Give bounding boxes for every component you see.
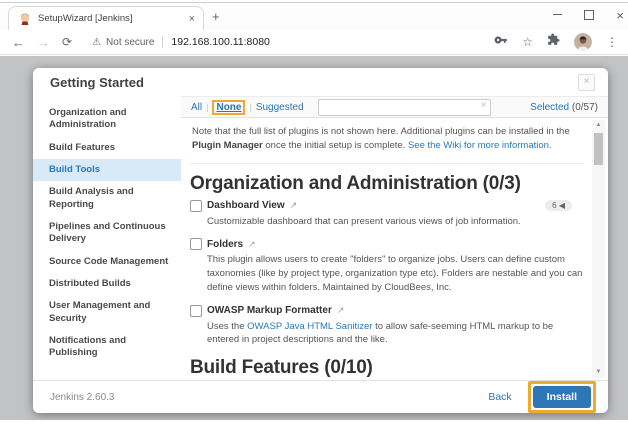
wiki-link[interactable]: See the Wiki for more information. — [408, 140, 552, 151]
plugin-panel: All | None | Suggested × Selected (0/57) — [181, 96, 608, 380]
back-icon[interactable]: ← — [12, 35, 25, 50]
dialog-close-icon[interactable]: × — [578, 74, 595, 91]
key-icon[interactable] — [494, 33, 508, 52]
section-heading-organization: Organization and Administration (0/3) — [190, 172, 521, 194]
reload-icon[interactable]: ⟳ — [62, 35, 72, 49]
scrollbar-thumb[interactable] — [594, 133, 603, 165]
plugin-checkbox[interactable] — [190, 304, 202, 317]
toolbar-icons: ☆ ⋮ — [494, 33, 618, 52]
search-field-wrap: × — [317, 98, 491, 116]
filter-all-link[interactable]: All — [191, 102, 202, 113]
browser-menu-icon[interactable]: ⋮ — [606, 35, 618, 49]
omnibox[interactable]: ⚠ Not secure 192.168.100.11:8080 — [92, 36, 494, 48]
note-text: Note that the full list of plugins is no… — [192, 126, 570, 137]
plugin-item-folders: Folders ↗ This plugin allows users to cr… — [190, 238, 584, 294]
install-annotation-box: Install — [527, 381, 596, 413]
plugin-name[interactable]: Folders — [207, 239, 243, 250]
tab-strip: SetupWizard [Jenkins] × + × — [0, 3, 628, 30]
plugin-item-owasp-markup-formatter: OWASP Markup Formatter ↗ Uses the OWASP … — [190, 304, 584, 348]
bookmark-star-icon[interactable]: ☆ — [522, 35, 533, 49]
sidebar-item-build-features[interactable]: Build Features — [33, 137, 181, 159]
plugin-item-dashboard-view: Dashboard View ↗ 6 ◀ Customizable dashbo… — [190, 199, 584, 229]
plugin-search-input[interactable] — [317, 98, 491, 116]
new-tab-button[interactable]: + — [212, 9, 220, 24]
getting-started-dialog: Getting Started × Organization and Admin… — [33, 68, 608, 413]
filter-bar: All | None | Suggested × Selected (0/57) — [181, 96, 608, 118]
owasp-sanitizer-link[interactable]: OWASP Java HTML Sanitizer — [247, 321, 372, 332]
category-sidebar: Organization and Administration Build Fe… — [33, 96, 181, 380]
filter-suggested-link[interactable]: Suggested — [256, 102, 304, 113]
external-link-icon[interactable]: ↗ — [337, 305, 345, 316]
plugin-name[interactable]: Dashboard View — [207, 200, 285, 211]
plugin-name[interactable]: OWASP Markup Formatter — [207, 305, 332, 316]
sidebar-item-notifications-and-publishing[interactable]: Notifications and Publishing — [33, 330, 181, 365]
window-maximize-button[interactable] — [584, 6, 595, 24]
scroll-up-icon[interactable]: ▲ — [592, 120, 605, 131]
filter-none-link[interactable]: None — [216, 102, 241, 113]
selected-count: (0/57) — [571, 101, 598, 113]
sidebar-item-pipelines-and-continuous-delivery[interactable]: Pipelines and Continuous Delivery — [33, 216, 181, 251]
external-link-icon[interactable]: ↗ — [248, 239, 256, 250]
sidebar-item-build-tools[interactable]: Build Tools — [33, 159, 181, 182]
sidebar-item-user-management-and-security[interactable]: User Management and Security — [33, 295, 181, 330]
window-minimize-button[interactable] — [553, 6, 563, 24]
filter-separator: | — [249, 102, 252, 112]
sidebar-item-source-code-management[interactable]: Source Code Management — [33, 251, 181, 273]
url-text[interactable]: 192.168.100.11:8080 — [171, 36, 269, 48]
bottom-strip — [0, 420, 628, 428]
back-button[interactable]: Back — [488, 391, 511, 403]
selected-count-label[interactable]: Selected (0/57) — [530, 102, 598, 113]
plugin-note: Note that the full list of plugins is no… — [190, 118, 584, 164]
window-close-button[interactable]: × — [616, 9, 624, 22]
plugin-description: This plugin allows users to create "fold… — [207, 254, 583, 293]
plugin-checkbox[interactable] — [190, 238, 202, 251]
tab-close-icon[interactable]: × — [187, 13, 197, 25]
dialog-header: Getting Started × — [33, 68, 608, 96]
search-clear-icon[interactable]: × — [481, 100, 487, 111]
url-divider — [162, 36, 164, 48]
filter-none-annotation-box: None — [212, 99, 246, 115]
forward-icon: → — [37, 34, 50, 50]
filter-separator: | — [206, 102, 209, 112]
jenkins-favicon-icon — [18, 12, 32, 26]
extensions-puzzle-icon[interactable] — [547, 33, 560, 51]
dialog-footer: Jenkins 2.60.3 Back Install — [33, 380, 608, 413]
sidebar-item-build-analysis-and-reporting[interactable]: Build Analysis and Reporting — [33, 181, 181, 216]
selected-word: Selected — [530, 101, 570, 113]
dependency-badge: 6 ◀ — [545, 200, 572, 211]
scroll-down-icon[interactable]: ▼ — [592, 367, 605, 378]
address-bar: ← → ⟳ ⚠ Not secure 192.168.100.11:8080 ☆ — [0, 30, 628, 55]
install-button[interactable]: Install — [532, 386, 591, 408]
section-heading-build-features: Build Features (0/10) — [190, 357, 373, 379]
warning-icon: ⚠ — [92, 36, 102, 48]
note-text: once the initial setup is complete. — [262, 140, 408, 152]
page-background: Getting Started × Organization and Admin… — [0, 56, 628, 420]
browser-tab[interactable]: SetupWizard [Jenkins] × — [8, 6, 204, 30]
plugin-checkbox[interactable] — [190, 199, 202, 212]
plugin-description: Uses the OWASP Java HTML Sanitizer to al… — [207, 320, 584, 348]
not-secure-label[interactable]: Not secure — [106, 37, 154, 48]
jenkins-version-label: Jenkins 2.60.3 — [50, 391, 115, 403]
vertical-scrollbar[interactable]: ▲ ▼ — [592, 120, 605, 378]
tab-title: SetupWizard [Jenkins] — [38, 13, 133, 24]
dialog-title: Getting Started — [50, 75, 144, 90]
external-link-icon[interactable]: ↗ — [290, 200, 298, 211]
desc-text: Uses the — [207, 320, 248, 332]
plugin-list-scroll-area: Note that the full list of plugins is no… — [181, 118, 608, 380]
sidebar-item-organization-and-administration[interactable]: Organization and Administration — [33, 102, 181, 137]
plugin-description: Customizable dashboard that can present … — [207, 215, 521, 227]
sidebar-item-distributed-builds[interactable]: Distributed Builds — [33, 273, 181, 295]
note-plugin-manager: Plugin Manager — [192, 140, 263, 152]
window-controls: × — [553, 6, 624, 24]
profile-avatar[interactable] — [574, 33, 592, 51]
screen: SetupWizard [Jenkins] × + × ← → ⟳ ⚠ Not … — [0, 0, 628, 428]
